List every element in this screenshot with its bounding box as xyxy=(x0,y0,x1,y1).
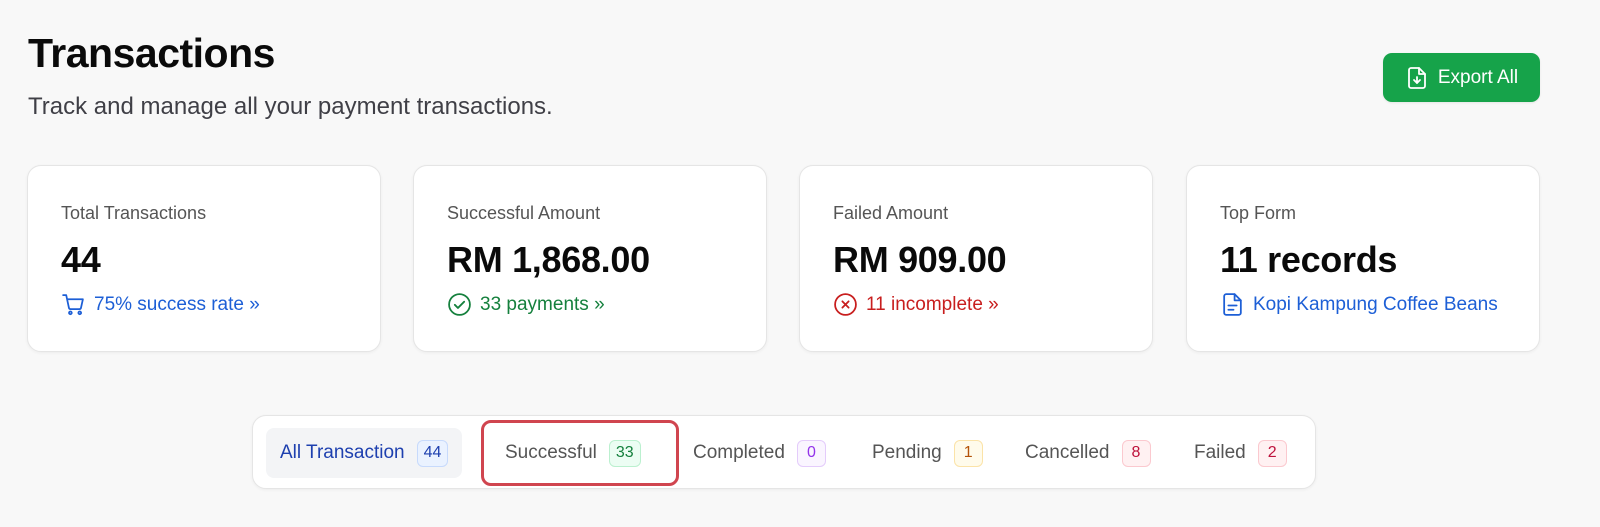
stat-card-total-transactions: Total Transactions 44 75% success rate » xyxy=(27,165,381,352)
document-icon xyxy=(1223,293,1242,316)
stat-card-successful-amount: Successful Amount RM 1,868.00 33 payment… xyxy=(413,165,767,352)
tab-cancelled[interactable]: Cancelled 8 xyxy=(1025,428,1151,478)
tab-count-badge: 8 xyxy=(1121,439,1151,467)
card-link-text: Kopi Kampung Coffee Beans xyxy=(1253,293,1498,315)
file-download-icon xyxy=(1407,66,1426,89)
card-value: 44 xyxy=(61,239,101,280)
card-label: Total Transactions xyxy=(61,203,207,223)
check-circle-icon xyxy=(448,293,471,316)
stat-card-top-form: Top Form 11 records Kopi Kampung Coffee … xyxy=(1186,165,1540,352)
incomplete-link[interactable]: 11 incomplete » xyxy=(833,292,1120,317)
top-form-link[interactable]: Kopi Kampung Coffee Beans xyxy=(1220,292,1507,317)
card-value: RM 909.00 xyxy=(833,239,1007,280)
stat-card-failed-amount: Failed Amount RM 909.00 11 incomplete » xyxy=(799,165,1153,352)
tab-label: All Transaction xyxy=(280,442,405,463)
tab-label: Failed xyxy=(1194,442,1246,463)
tab-successful[interactable]: Successful 33 xyxy=(505,428,641,478)
export-all-label: Export All xyxy=(1437,66,1519,88)
card-label: Failed Amount xyxy=(833,203,949,223)
success-rate-link[interactable]: 75% success rate » xyxy=(61,292,348,317)
card-value: RM 1,868.00 xyxy=(447,239,650,280)
tab-failed[interactable]: Failed 2 xyxy=(1194,428,1287,478)
tab-label: Successful xyxy=(505,442,597,463)
x-circle-icon xyxy=(834,293,857,316)
card-label: Successful Amount xyxy=(447,203,601,223)
card-value: 11 records xyxy=(1220,239,1398,280)
transaction-status-tabs: All Transaction 44 Successful 33 Complet… xyxy=(252,415,1316,489)
tab-count-badge: 0 xyxy=(796,439,826,467)
export-all-button[interactable]: Export All xyxy=(1383,53,1540,102)
tab-pending[interactable]: Pending 1 xyxy=(872,428,983,478)
tab-all-transaction[interactable]: All Transaction 44 xyxy=(266,428,463,478)
tab-count-badge: 44 xyxy=(416,439,449,467)
payments-link[interactable]: 33 payments » xyxy=(447,292,734,317)
tab-label: Cancelled xyxy=(1025,442,1110,463)
tab-completed[interactable]: Completed 0 xyxy=(693,428,826,478)
card-link-text: 11 incomplete » xyxy=(866,293,999,315)
cart-icon xyxy=(62,294,84,316)
card-label: Top Form xyxy=(1220,203,1297,223)
card-link-text: 33 payments » xyxy=(480,293,605,315)
card-link-text: 75% success rate » xyxy=(94,293,260,315)
tab-label: Pending xyxy=(872,442,942,463)
tab-label: Completed xyxy=(693,442,785,463)
tab-count-badge: 33 xyxy=(608,439,641,467)
page-title: Transactions xyxy=(28,30,275,76)
page-subtitle: Track and manage all your payment transa… xyxy=(28,93,553,120)
tab-count-badge: 1 xyxy=(953,439,983,467)
tab-count-badge: 2 xyxy=(1257,439,1287,467)
